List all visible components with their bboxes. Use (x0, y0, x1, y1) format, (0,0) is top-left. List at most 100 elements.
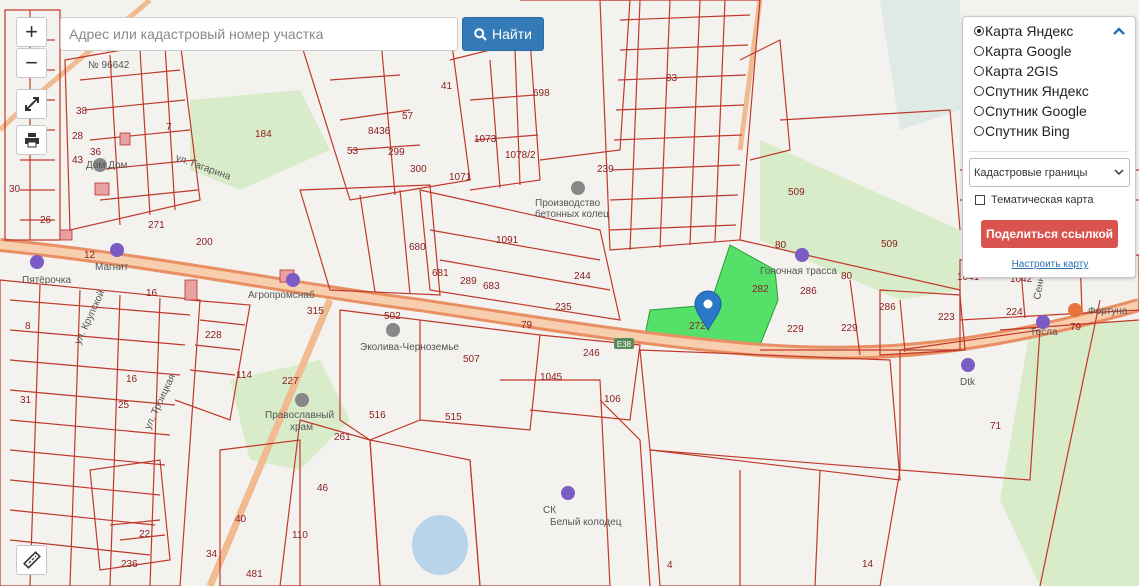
layer-option-yandex-map[interactable]: Карта Яндекс (974, 23, 1073, 39)
parcel-number-label: 38 (76, 106, 88, 117)
parcel-number-label: 79 (1070, 322, 1082, 333)
radio-icon (974, 66, 984, 76)
parcel-number-label: 71 (990, 421, 1002, 432)
parcel-number-label: 80 (841, 271, 853, 282)
parcel-number-label: 43 (72, 155, 84, 166)
parcel-number-label: 223 (938, 312, 955, 323)
parcel-number-label: 246 (583, 348, 600, 359)
parcel-number-label: 16 (146, 288, 158, 299)
layer-option-google-satellite[interactable]: Спутник Google (974, 103, 1087, 119)
parcel-number-label: 239 (597, 164, 614, 175)
parcel-number-label: 28 (72, 131, 84, 142)
layer-panel: Карта Яндекс Карта Google Карта 2GIS Спу… (962, 16, 1136, 278)
layer-option-bing-satellite[interactable]: Спутник Bing (974, 123, 1070, 139)
poi-marker[interactable]: Фортуна (1068, 303, 1128, 317)
radio-icon (974, 126, 984, 136)
poi-icon (561, 486, 575, 500)
cadastral-number-text: № 96642 (88, 60, 130, 71)
parcel-number-label: 53 (347, 146, 359, 157)
parcel-number-label: 1091 (496, 235, 519, 246)
find-button[interactable]: Найти (462, 17, 544, 51)
poi-label: Дом Дом (86, 160, 128, 171)
poi-label: Dtk (960, 377, 976, 388)
radio-icon (974, 86, 984, 96)
parcel-number-label: 25 (118, 400, 130, 411)
printer-icon (24, 133, 39, 148)
expand-icon (24, 97, 39, 111)
parcel-number-label: 30 (9, 184, 21, 195)
parcel-number-label: 57 (402, 111, 414, 122)
checkbox-icon (975, 195, 985, 205)
poi-icon (795, 248, 809, 262)
parcel-number-label: 229 (841, 323, 858, 334)
parcel-number-label: 236 (121, 559, 138, 570)
chevron-down-icon (1114, 169, 1124, 176)
poi-label: Белый колодец (550, 517, 622, 528)
poi-icon (295, 393, 309, 407)
parcel-number-label: 229 (787, 324, 804, 335)
parcel-number-label: 261 (334, 432, 351, 443)
thematic-map-option[interactable]: Тематическая карта (975, 194, 1093, 206)
parcel-number-label: 680 (409, 242, 426, 253)
parcel-number-label: 502 (384, 311, 401, 322)
search-icon (474, 27, 487, 41)
zoom-in-button[interactable]: + (16, 17, 47, 47)
poi-label: Магнит (95, 262, 129, 273)
poi-label: Пятёрочка (22, 275, 71, 286)
layer-option-yandex-satellite[interactable]: Спутник Яндекс (974, 83, 1089, 99)
layer-option-2gis-map[interactable]: Карта 2GIS (974, 63, 1058, 79)
parcel-number-label: 40 (235, 514, 247, 525)
collapse-chevron-icon[interactable] (1113, 26, 1125, 36)
parcel-number-label: 1078/2 (505, 150, 536, 161)
lake (412, 515, 468, 575)
layer-option-google-map[interactable]: Карта Google (974, 43, 1072, 59)
parcel-number-label: 1073 (474, 134, 497, 145)
parcel-number-label: 200 (196, 237, 213, 248)
parcel-number-label: 698 (533, 88, 550, 99)
parcel-number-label: 286 (879, 302, 896, 313)
radio-icon (974, 46, 984, 56)
parcel-number-label: 110 (292, 530, 308, 541)
poi-icon (30, 255, 44, 269)
layer-select[interactable]: Кадастровые границы (969, 158, 1130, 187)
ruler-button[interactable] (16, 545, 47, 575)
parcel-number-label: 46 (317, 483, 329, 494)
parcel-number-label: 34 (206, 549, 218, 560)
poi-label: Производство (535, 198, 601, 209)
parcel-number-label: 22 (139, 529, 151, 540)
parcel-number-label: 507 (463, 354, 480, 365)
parcel-number-label: 80 (775, 240, 787, 251)
zoom-out-button[interactable]: − (16, 48, 47, 78)
parcel-number-label: 681 (432, 268, 449, 279)
parcel-number-label: 41 (441, 81, 453, 92)
parcel-number-label: 114 (236, 370, 252, 381)
parcel-number-label: 282 (752, 284, 769, 295)
print-button[interactable] (16, 125, 47, 155)
share-link-button[interactable]: Поделиться ссылкой (981, 220, 1118, 248)
poi-label: Агропромснаб (248, 289, 315, 301)
setup-map-link[interactable]: Настроить карту (963, 259, 1137, 270)
poi-marker[interactable]: Дом Дом (86, 158, 128, 172)
poi-icon (1068, 303, 1082, 317)
parcel-number-label: 36 (90, 147, 102, 158)
parcel-number-label: 228 (205, 330, 222, 341)
poi-label: Православный (265, 410, 334, 421)
poi-label: Тесла (1030, 327, 1058, 338)
radio-icon (974, 106, 984, 116)
parcel-number-label: 7 (166, 122, 172, 133)
search-input[interactable] (60, 17, 458, 51)
parcel-number-label: 8 (25, 321, 31, 332)
ruler-icon (22, 551, 41, 569)
parcel-number-label: 16 (126, 374, 138, 385)
layer-select-value: Кадастровые границы (974, 166, 1088, 179)
parcel-number-label: 289 (460, 276, 477, 287)
parcel-number-label: 516 (369, 410, 386, 421)
parcel-number-label: 515 (445, 412, 462, 423)
fullscreen-button[interactable] (16, 89, 47, 119)
parcel-number-label: 26 (40, 215, 52, 226)
radio-icon (974, 26, 984, 36)
poi-label: Эколива-Черноземье (360, 342, 459, 353)
parcel-number-label: 8436 (368, 126, 391, 137)
parcel-number-label: 224 (1006, 307, 1023, 318)
poi-icon (961, 358, 975, 372)
